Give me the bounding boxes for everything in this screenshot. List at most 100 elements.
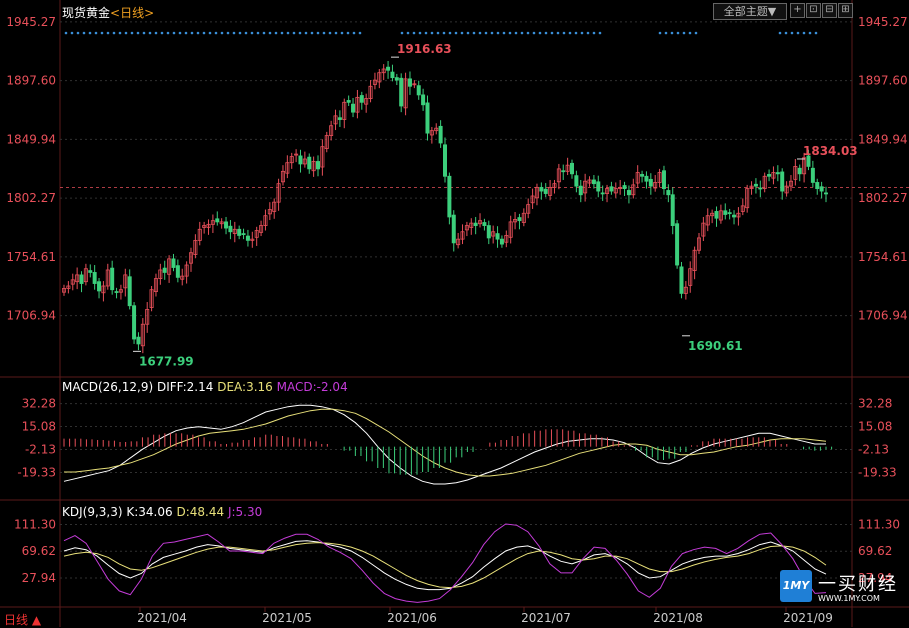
macd-diff: DIFF:2.14	[156, 380, 214, 394]
add-icon[interactable]: +	[790, 3, 805, 18]
signal-dot	[262, 31, 266, 35]
signal-dot	[64, 31, 68, 35]
candle-down	[723, 210, 728, 215]
candle-down	[451, 214, 456, 244]
signal-dot	[526, 31, 530, 35]
candle-down	[517, 217, 522, 222]
candle-down	[162, 267, 167, 273]
candle-down	[819, 186, 824, 192]
extreme-label-high: 1834.03	[803, 144, 858, 158]
restore-icon[interactable]: ⊡	[806, 3, 821, 18]
signal-dot	[658, 31, 662, 35]
signal-dot	[520, 31, 524, 35]
indicator-tick-left: 15.08	[22, 420, 56, 434]
x-tick-label: 2021/07	[521, 611, 571, 625]
signal-dot	[154, 31, 158, 35]
candle-down	[171, 258, 176, 268]
price-tick-left: 1849.94	[6, 132, 56, 146]
signal-dot	[106, 31, 110, 35]
signal-dot	[496, 31, 500, 35]
candle-down	[79, 274, 84, 284]
signal-dot	[412, 31, 416, 35]
extreme-label-low: 1677.99	[139, 354, 194, 368]
minimize-icon[interactable]: ⊟	[822, 3, 837, 18]
candle-down	[727, 212, 732, 215]
indicator-tick-left: 111.30	[14, 517, 56, 531]
candle-down	[175, 265, 180, 278]
macd-dea: DEA:3.16	[217, 380, 273, 394]
x-tick-label: 2021/09	[783, 611, 833, 625]
candle-down	[394, 77, 399, 81]
signal-dot	[196, 31, 200, 35]
signal-dot	[400, 31, 404, 35]
candle-down	[648, 178, 653, 187]
candle-down	[298, 155, 303, 165]
signal-dot	[502, 31, 506, 35]
x-tick-label: 2021/06	[387, 611, 437, 625]
maximize-icon[interactable]: ⊞	[838, 3, 853, 18]
signal-dot	[226, 31, 230, 35]
signal-dot	[790, 31, 794, 35]
signal-dot	[166, 31, 170, 35]
signal-dot	[808, 31, 812, 35]
signal-dot	[304, 31, 308, 35]
x-axis: 2021/04 2021/05 2021/06 2021/07 2021/08 2021/…	[137, 607, 833, 625]
signal-dot	[184, 31, 188, 35]
price-tick-right: 1945.27	[858, 15, 908, 29]
candle-down	[797, 167, 802, 175]
signal-dot	[112, 31, 116, 35]
indicator-tick-right: -2.13	[858, 443, 889, 457]
signal-dot	[430, 31, 434, 35]
candle-down	[600, 192, 605, 195]
signal-dot	[682, 31, 686, 35]
candle-down	[346, 100, 351, 103]
signal-dot	[532, 31, 536, 35]
candle-down	[810, 167, 815, 183]
signal-dot	[676, 31, 680, 35]
period-selector[interactable]: 日线 ▲	[4, 611, 41, 628]
signal-dot	[232, 31, 236, 35]
signal-dot	[118, 31, 122, 35]
candle-down	[640, 174, 645, 177]
signal-dot	[82, 31, 86, 35]
candle-down	[543, 188, 548, 194]
candle-down	[539, 186, 544, 192]
signal-dot	[574, 31, 578, 35]
price-tick-left: 1802.27	[6, 191, 56, 205]
candle-down	[88, 270, 93, 273]
candle-down	[570, 162, 575, 175]
logo-icon: 1MY	[780, 570, 812, 602]
signal-dot	[340, 31, 344, 35]
signal-dot	[778, 31, 782, 35]
theme-dropdown-button[interactable]: 全部主题▼	[713, 3, 787, 20]
candle-down	[482, 222, 487, 226]
signal-dot	[214, 31, 218, 35]
candle-down	[670, 194, 675, 226]
candle-down	[438, 125, 443, 144]
signal-dot	[328, 31, 332, 35]
signal-dot	[454, 31, 458, 35]
signal-dot	[76, 31, 80, 35]
kdj-d: D:48.44	[176, 505, 225, 519]
signal-dot	[478, 31, 482, 35]
signal-dot	[286, 31, 290, 35]
signal-dot	[220, 31, 224, 35]
chart-title: 现货黄金<日线>	[62, 4, 154, 21]
extreme-label-high: 1916.63	[397, 42, 452, 56]
candle-down	[136, 336, 141, 345]
period-tag[interactable]: <日线>	[110, 6, 154, 20]
candle-down	[97, 281, 102, 292]
candle-down	[622, 185, 627, 190]
signal-dot	[346, 31, 350, 35]
signal-dot	[124, 31, 128, 35]
series-dea	[64, 408, 827, 477]
signal-dot	[352, 31, 356, 35]
symbol-name: 现货黄金	[62, 6, 111, 20]
candle-down	[92, 272, 97, 284]
candle-down	[245, 235, 250, 241]
indicator-tick-left: 69.62	[22, 544, 56, 558]
candle-down	[574, 175, 579, 187]
macd-legend: MACD(26,12,9) DIFF:2.14 DEA:3.16 MACD:-2…	[62, 380, 348, 394]
price-tick-right: 1802.27	[858, 191, 908, 205]
signal-dot	[178, 31, 182, 35]
